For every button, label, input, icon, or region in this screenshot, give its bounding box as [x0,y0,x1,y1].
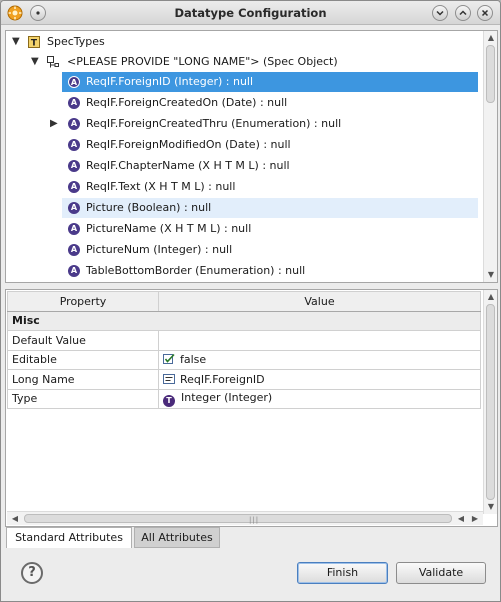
tree-item-label: ReqIF.ChapterName (X H T M L) : null [86,159,290,172]
properties-horizontal-scrollbar[interactable]: ◀ ||| ◀ ▶ [7,511,483,525]
tree-item-label: PictureNum (Integer) : null [86,243,233,256]
scroll-thumb[interactable] [486,304,495,500]
tree-item-label: ReqIF.ForeignID (Integer) : null [86,75,254,88]
property-name: Editable [7,349,159,370]
scroll-thumb[interactable] [486,45,495,103]
tree-item-label: ReqIF.Text (X H T M L) : null [86,180,236,193]
collapsed-arrow-icon[interactable]: ▶ [50,114,58,134]
tree-item-attribute[interactable]: A PictureNum (Integer) : null [62,240,478,260]
tree-item-label: PictureName (X H T M L) : null [86,222,252,235]
attribute-icon: A [68,223,80,235]
property-value[interactable]: false [158,349,481,370]
tree-item-attribute[interactable]: A TableBottomBorder (Enumeration) : null [62,261,478,281]
expanded-arrow-icon[interactable]: ▼ [12,32,20,52]
scroll-left-arrow-icon[interactable]: ◀ [8,512,22,525]
attribute-icon: A [68,202,80,214]
attribute-icon: A [68,97,80,109]
spec-object-label: <PLEASE PROVIDE "LONG NAME"> (Spec Objec… [67,55,338,68]
tree-item-attribute[interactable]: ▶ A ReqIF.ForeignCreatedThru (Enumeration)… [50,114,478,134]
tree-node-spectypes[interactable]: ▼ T SpecTypes [6,32,484,52]
close-icon [481,9,489,17]
tree-node-spec-object[interactable]: ▼ <PLEASE PROVIDE "LONG NAME"> (Spec Obj… [6,52,484,72]
attribute-icon: A [68,265,80,277]
attribute-icon: A [68,118,80,130]
property-row-long-name[interactable]: Long Name ReqIF.ForeignID [7,369,481,390]
tree-item-attribute[interactable]: A Picture (Boolean) : null [62,198,478,218]
tree-item-attribute[interactable]: A ReqIF.ForeignModifiedOn (Date) : null [62,135,478,155]
attribute-icon: A [68,76,80,88]
tab-standard-attributes[interactable]: Standard Attributes [6,527,132,548]
category-row[interactable]: Misc [7,310,481,331]
attribute-icon: A [68,181,80,193]
folder-types-icon: T [28,36,40,48]
tree-item-label: ReqIF.ForeignCreatedThru (Enumeration) :… [86,117,342,130]
scroll-up-arrow-icon[interactable]: ▲ [484,291,497,303]
grip-icon: ||| [249,516,260,524]
tree-item-attribute[interactable]: A ReqIF.ChapterName (X H T M L) : null [62,156,478,176]
tree-item-attribute[interactable]: A ReqIF.ForeignID (Integer) : null [62,72,478,92]
help-icon: ? [28,565,36,580]
tree-item-attribute[interactable]: A ReqIF.ForeignCreatedOn (Date) : null [62,93,478,113]
property-row-default-value[interactable]: Default Value [7,330,481,351]
type-icon: T [163,394,175,407]
property-row-type[interactable]: Type T Integer (Integer) [7,388,481,409]
properties-panel: Property Value Misc Default Value Editab… [5,289,498,527]
scroll-left-arrow-icon[interactable]: ◀ [454,512,468,525]
property-row-editable[interactable]: Editable false [7,349,481,370]
minimize-button[interactable] [432,5,448,21]
spec-types-tree[interactable]: ▼ T SpecTypes ▼ <PLEASE PROVIDE "LONG NA… [5,30,498,283]
chevron-down-icon [436,10,444,16]
window-title: Datatype Configuration [174,6,327,20]
datatype-configuration-dialog: Datatype Configuration ▼ T SpecTypes ▼ <… [0,0,501,602]
validate-button[interactable]: Validate [396,562,486,584]
spec-object-type-icon [47,56,59,68]
chevron-up-icon [459,10,467,16]
svg-text:T: T [31,39,38,49]
help-button[interactable]: ? [21,562,43,584]
property-name: Type [7,388,159,409]
tree-item-label: TableBottomBorder (Enumeration) : null [86,264,306,277]
tree-item-attribute[interactable]: A PictureName (X H T M L) : null [62,219,478,239]
title-bar: Datatype Configuration [1,1,500,25]
properties-vertical-scrollbar[interactable]: ▲ ▼ [483,290,497,514]
maximize-button[interactable] [455,5,471,21]
property-value[interactable]: T Integer (Integer) [158,388,481,409]
tree-item-label: ReqIF.ForeignCreatedOn (Date) : null [86,96,288,109]
checkbox-icon [163,354,175,365]
value-column-header[interactable]: Value [158,291,481,312]
property-value[interactable]: ReqIF.ForeignID [158,369,481,390]
text-field-icon [163,373,175,384]
property-name: Long Name [7,369,159,390]
category-label: Misc [7,310,481,331]
tree-vertical-scrollbar[interactable]: ▲ ▼ [483,31,497,282]
property-value[interactable] [158,330,481,351]
scroll-thumb[interactable]: ||| [24,514,452,524]
attribute-icon: A [68,139,80,151]
tree-item-label: Picture (Boolean) : null [86,201,212,214]
tab-all-attributes[interactable]: All Attributes [134,527,220,548]
tree-item-label: ReqIF.ForeignModifiedOn (Date) : null [86,138,291,151]
close-button[interactable] [477,5,493,21]
attribute-icon: A [68,160,80,172]
property-column-header[interactable]: Property [7,291,159,312]
attribute-icon: A [68,244,80,256]
tree-item-attribute[interactable]: A ReqIF.Text (X H T M L) : null [62,177,478,197]
scroll-up-arrow-icon[interactable]: ▲ [484,32,497,44]
finish-button[interactable]: Finish [297,562,388,584]
scroll-down-arrow-icon[interactable]: ▼ [484,501,497,513]
expanded-arrow-icon[interactable]: ▼ [31,52,39,72]
scroll-down-arrow-icon[interactable]: ▼ [484,269,497,281]
scroll-right-arrow-icon[interactable]: ▶ [468,512,482,525]
property-name: Default Value [7,330,159,351]
properties-table: Property Value Misc Default Value Editab… [7,291,481,409]
tree-root-label: SpecTypes [47,35,105,48]
